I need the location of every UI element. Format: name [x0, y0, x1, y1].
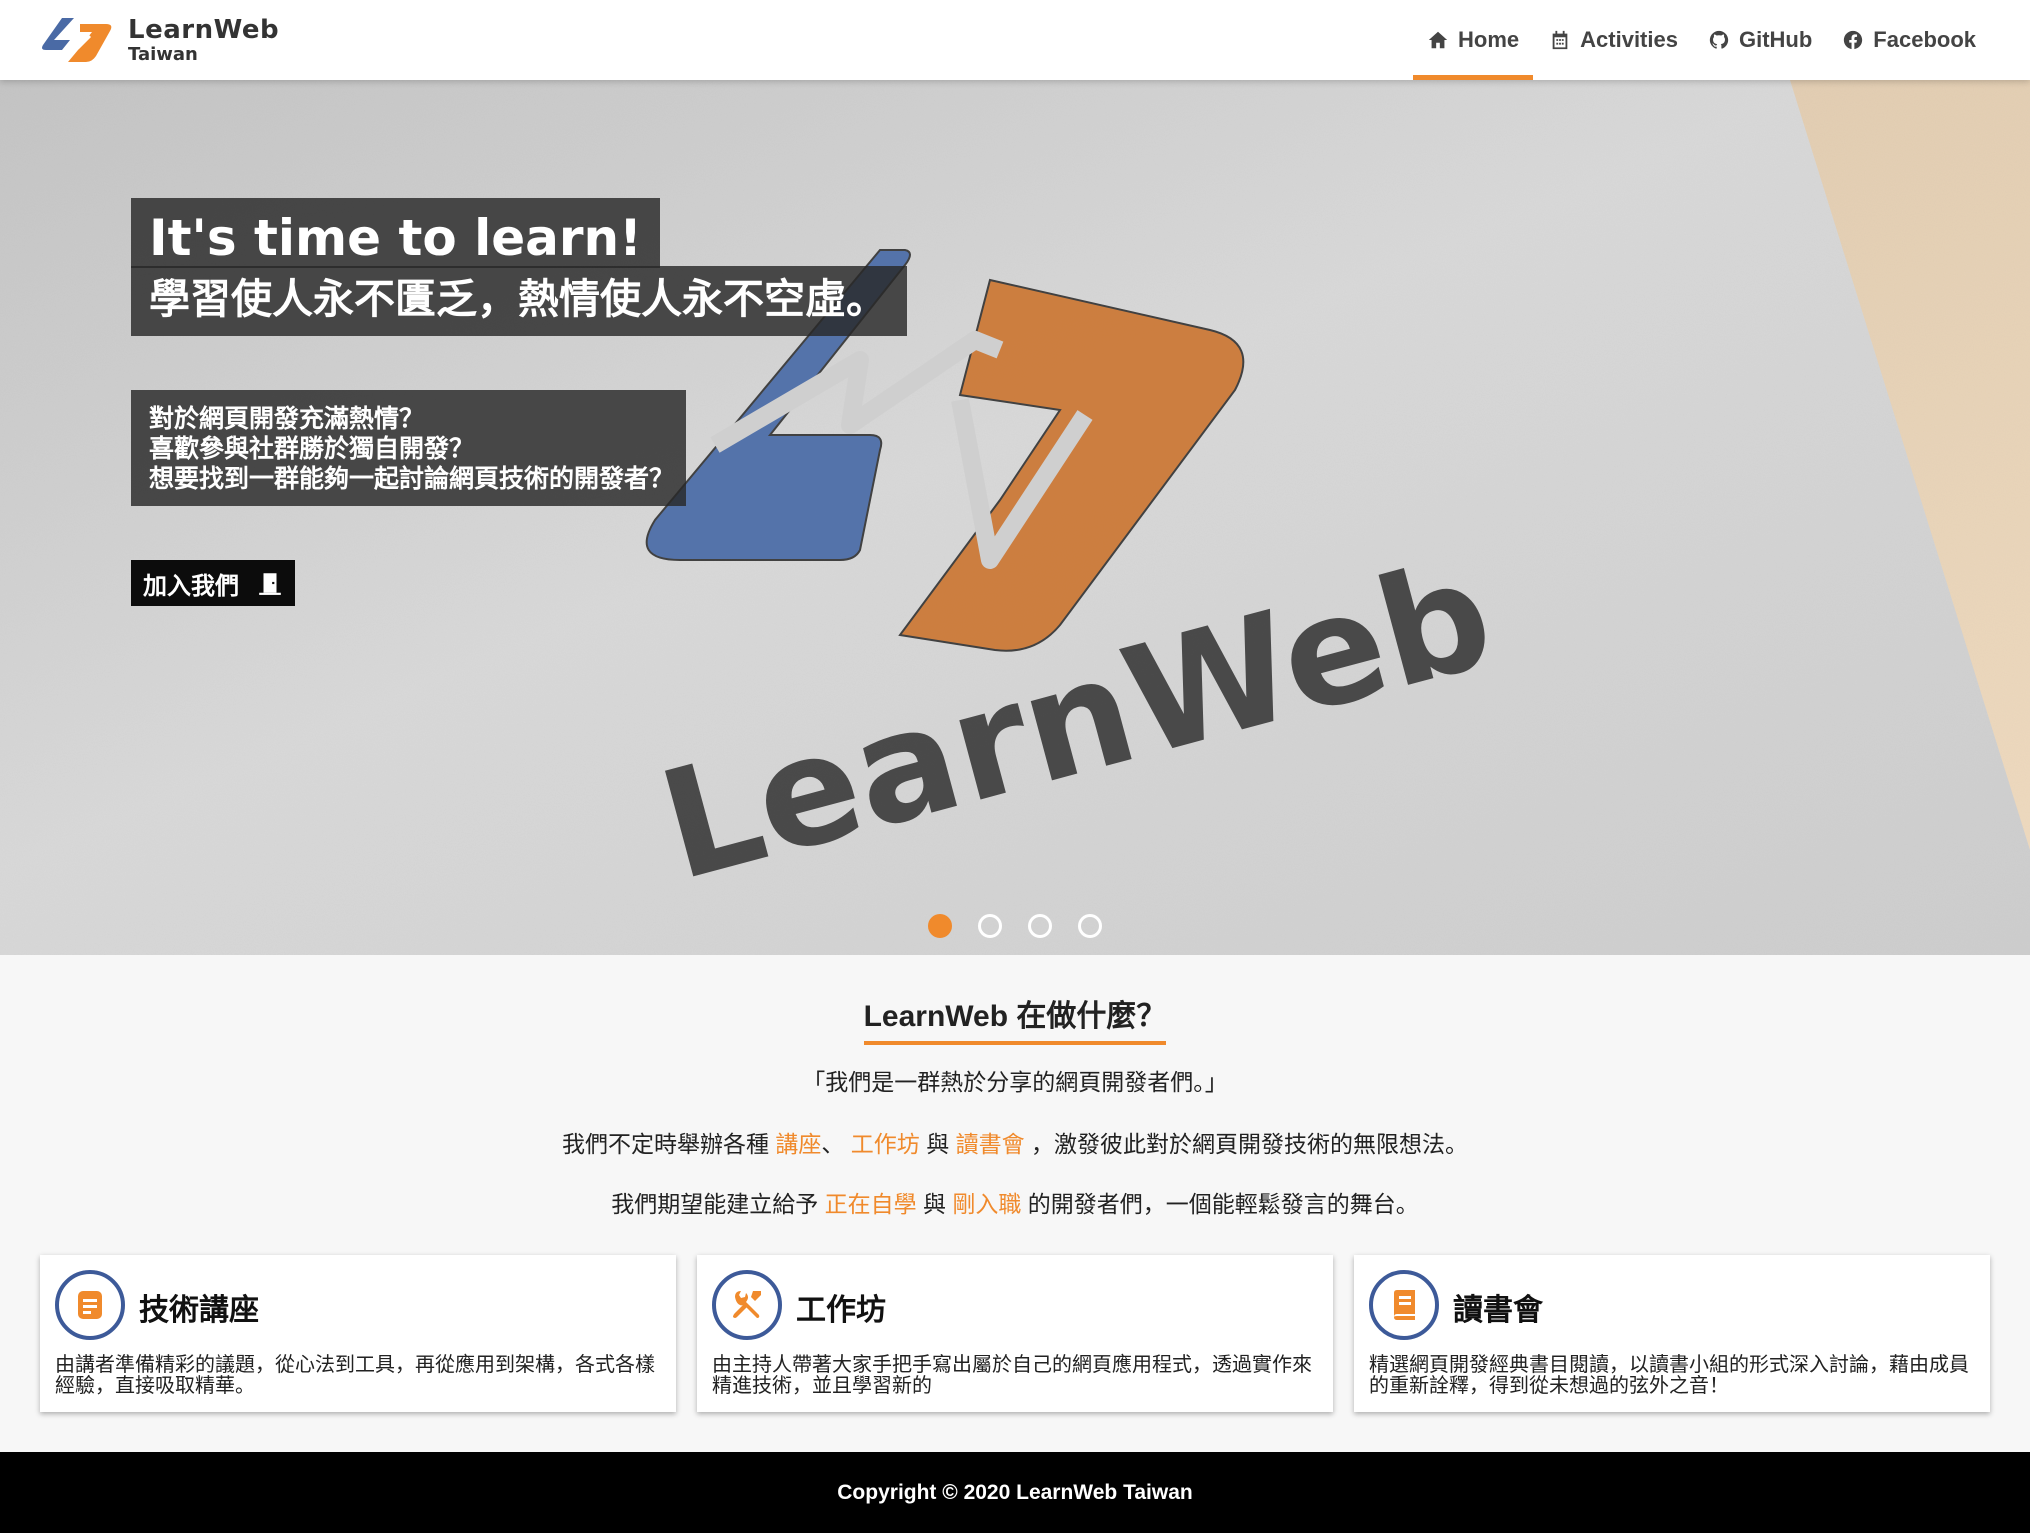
card-icon-circle [1369, 1270, 1439, 1340]
hero-line: 想要找到一群能夠一起討論網頁技術的開發者？ [149, 465, 675, 493]
hero-title-box: It's time to learn! [131, 198, 660, 268]
nav-facebook-label: Facebook [1873, 27, 1976, 52]
document-icon [78, 1291, 102, 1319]
facebook-icon [1844, 30, 1863, 50]
nav-github-label: GitHub [1738, 27, 1813, 52]
book-icon [1394, 1290, 1415, 1320]
card-title: 工作坊 [796, 1294, 886, 1327]
top-navbar: LearnWeb Taiwan Home Activities GitHub F… [0, 0, 2030, 80]
join-us-button[interactable]: 加入我們 [131, 560, 295, 606]
about-p3-sep1: 與 [923, 1191, 946, 1217]
about-paragraph-mission: 我們期望能建立給予 正在自學 與 剛入職 的開發者們，一個能輕鬆發言的舞台。 [0, 1185, 2030, 1219]
keyword-new-hire: 剛入職 [952, 1191, 1022, 1217]
card-bookclub: 讀書會 精選網頁開發經典書目閱讀，以讀書小組的形式深入討論，藉由成員的重新詮釋，… [1354, 1255, 1990, 1412]
about-p2-sep1: 、 [821, 1131, 845, 1157]
main-nav: Home Activities GitHub Facebook [1413, 0, 1990, 80]
brand-link[interactable]: LearnWeb Taiwan [40, 14, 279, 66]
tools-icon [733, 1291, 761, 1318]
carousel-dot-3[interactable] [1028, 914, 1052, 938]
about-p3-before: 我們期望能建立給予 [611, 1191, 819, 1217]
about-p2-after: ，激發彼此對於網頁開發技術的無限想法。 [1030, 1131, 1468, 1157]
about-quote: 「我們是一群熱於分享的網頁開發者們。」 [802, 1069, 1228, 1095]
card-icon-circle [55, 1270, 125, 1340]
carousel-indicators [928, 914, 1128, 938]
about-title-text: LearnWeb 在做什麼？ [863, 991, 1167, 1045]
card-lecture: 技術講座 由講者準備精彩的議題，從心法到工具，再從應用到架構，各式各樣經驗，直接… [40, 1255, 676, 1412]
nav-home-label: Home [1458, 27, 1520, 52]
footer-copyright: Copyright © 2020 LearnWeb Taiwan [837, 1480, 1193, 1504]
keyword-bookclub: 讀書會 [955, 1131, 1025, 1157]
nav-activities[interactable]: Activities [1535, 0, 1692, 80]
hero-carousel: LearnWeb It's time to learn! 學習使人永不匱乏，熱情… [0, 80, 2030, 955]
learnweb-logo-icon [42, 18, 112, 62]
hero-line: 喜歡參與社群勝於獨自開發？ [149, 435, 475, 463]
calendar-icon [1552, 30, 1568, 50]
door-enter-icon [259, 573, 281, 595]
nav-activities-label: Activities [1580, 27, 1678, 52]
join-us-label: 加入我們 [143, 572, 239, 600]
about-p2-before: 我們不定時舉辦各種 [562, 1131, 770, 1157]
about-p2-sep2: 與 [926, 1131, 950, 1157]
home-icon [1428, 31, 1448, 49]
card-workshop: 工作坊 由主持人帶著大家手把手寫出屬於自己的網頁應用程式，透過實作來精進技術，並… [697, 1255, 1333, 1412]
card-title: 技術講座 [139, 1294, 259, 1327]
hero-line: 對於網頁開發充滿熱情？ [149, 405, 425, 433]
hero-description-box: 對於網頁開發充滿熱情？ 喜歡參與社群勝於獨自開發？ 想要找到一群能夠一起討論網頁… [131, 390, 686, 506]
carousel-dot-4[interactable] [1078, 914, 1102, 938]
brand-subtitle: Taiwan [128, 43, 198, 65]
keyword-workshop: 工作坊 [850, 1131, 920, 1157]
carousel-dot-2[interactable] [978, 914, 1002, 938]
carousel-dot-1[interactable] [928, 914, 952, 938]
hero-subtitle: 學習使人永不匱乏，熱情使人永不空虛。 [149, 276, 887, 322]
about-p3-after: 的開發者們，一個能輕鬆發言的舞台。 [1027, 1191, 1419, 1217]
keyword-self-learning: 正在自學 [824, 1191, 917, 1217]
about-title: LearnWeb 在做什麼？ [0, 991, 2030, 1045]
card-icon-circle [712, 1270, 782, 1340]
card-text: 由講者準備精彩的議題，從心法到工具，再從應用到架構，各式各樣經驗，直接吸取精華。 [55, 1354, 655, 1397]
brand-name: LearnWeb [128, 14, 280, 45]
hero-title: It's time to learn! [149, 209, 642, 267]
footer: Copyright © 2020 LearnWeb Taiwan [0, 1452, 2030, 1533]
card-text: 由主持人帶著大家手把手寫出屬於自己的網頁應用程式，透過實作來精進技術，並且學習新… [712, 1354, 1312, 1397]
keyword-lecture: 講座 [775, 1131, 822, 1157]
nav-facebook[interactable]: Facebook [1828, 0, 1990, 80]
nav-github[interactable]: GitHub [1694, 0, 1826, 80]
card-title: 讀書會 [1453, 1294, 1543, 1327]
card-text: 精選網頁開發經典書目閱讀，以讀書小組的形式深入討論，藉由成員的重新詮釋，得到從未… [1369, 1354, 1969, 1397]
nav-home[interactable]: Home [1413, 0, 1534, 80]
about-paragraph-events: 我們不定時舉辦各種 講座、 工作坊 與 讀書會 ，激發彼此對於網頁開發技術的無限… [0, 1125, 2030, 1159]
hero-subtitle-box: 學習使人永不匱乏，熱情使人永不空虛。 [131, 266, 907, 336]
github-icon [1709, 30, 1729, 49]
